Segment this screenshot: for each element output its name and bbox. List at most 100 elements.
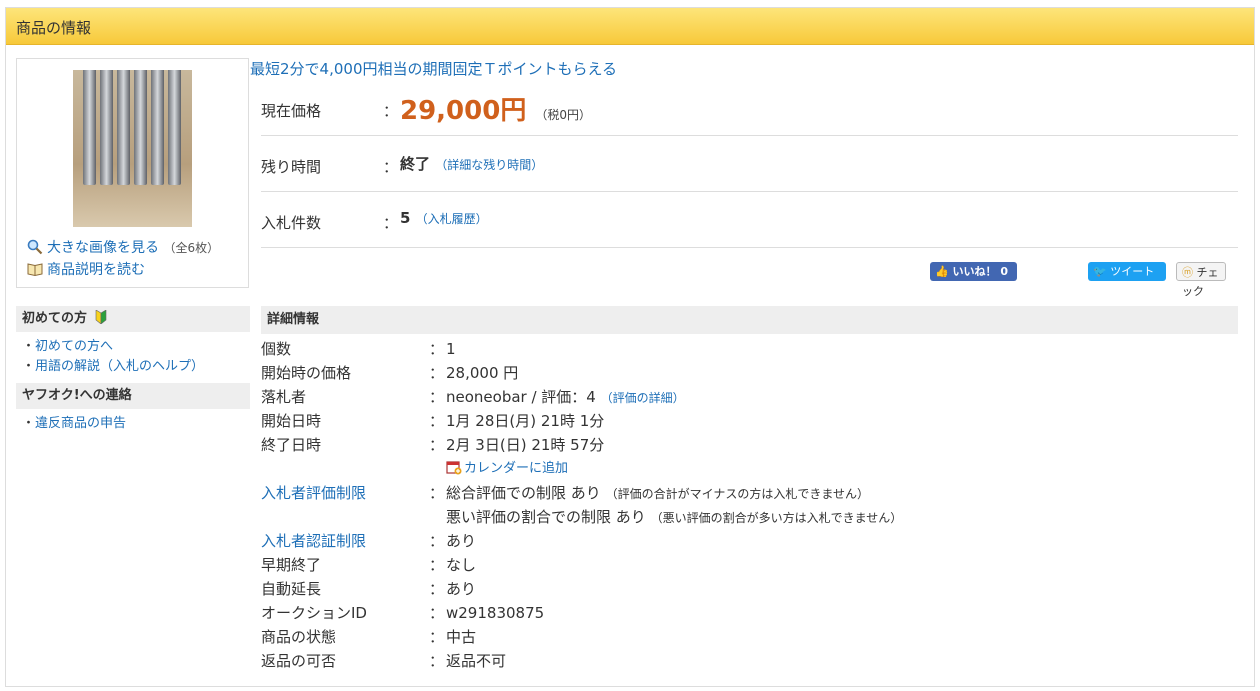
detail-value: 中古 [446,628,477,646]
current-price-value: 29,000円 （税0円） [400,90,591,127]
detailed-time-left-link[interactable]: （詳細な残り時間） [435,158,543,172]
colon: ： [429,364,445,382]
product-photo[interactable] [73,70,192,227]
current-price-label: 現在価格 [261,102,322,120]
image-count: （全6枚） [163,241,220,255]
detail-label: 終了日時 [261,436,322,454]
colon: ： [383,214,399,232]
colon: ： [429,340,445,358]
calendar-row: カレンダーに追加 [261,457,1238,481]
sidebar-link-glossary[interactable]: 用語の解説（入札のヘルプ） [35,359,204,374]
detail-value: 28,000 円 [446,364,519,382]
colon: ： [429,580,445,598]
detail-row-returns: 返品の可否 ： 返品不可 [261,649,1238,673]
beginner-section-header: 初めての方 [16,306,250,332]
colon: ： [429,388,445,406]
detail-row-end-date: 終了日時 ： 2月 3日(日) 21時 57分 [261,433,1238,457]
colon: ： [429,652,445,670]
enlarge-image-link[interactable]: 大きな画像を見る [47,240,159,256]
time-left-row: 残り時間 ： 終了 （詳細な残り時間） [261,136,1238,192]
sidebar-link-beginners[interactable]: 初めての方へ [35,339,113,354]
detail-row-rating-limit: 入札者評価制限 ： 総合評価での制限 あり （評価の合計がマイナスの方は入札でき… [261,481,1238,505]
tpoint-promo-link[interactable]: 最短2分で4,000円相当の期間固定Ｔポイントもらえる [250,58,617,79]
bad-rating-limit-note: （悪い評価の割合が多い方は入札できません） [650,511,903,525]
contact-section-title: ヤフオク!への連絡 [22,388,132,403]
colon: ： [429,412,445,430]
tax-amount: （税0円） [535,108,592,122]
colon: ： [383,102,399,120]
bid-count-value: 5 [400,209,411,227]
detail-value: 返品不可 [446,652,507,670]
detail-label: 開始日時 [261,412,322,430]
detail-label: 早期終了 [261,556,322,574]
detail-row-quantity: 個数 ： 1 [261,337,1238,361]
detail-label: 個数 [261,340,292,358]
rating-details-link[interactable]: （評価の詳細） [601,391,685,405]
image-box: 大きな画像を見る （全6枚） 商品説明を読む [16,58,249,288]
colon: ： [429,532,445,550]
detail-label: 返品の可否 [261,652,337,670]
panel-title: 商品の情報 [16,19,92,37]
add-to-calendar-link[interactable]: カレンダーに追加 [464,461,568,476]
detail-value: 1月 28日(月) 21時 1分 [446,412,605,430]
sidebar-link-report-violation[interactable]: 違反商品の申告 [35,416,126,431]
detail-value: w291830875 [446,604,545,622]
thumbs-up-icon: 👍 [935,265,949,278]
beginner-mark-icon [95,310,106,324]
detail-label: 自動延長 [261,580,322,598]
detail-row-early-end: 早期終了 ： なし [261,553,1238,577]
bad-rating-limit-value: 悪い評価の割合での制限 あり [446,508,646,526]
detail-row-winner: 落札者 ： neoneobar / 評価：4 （評価の詳細） [261,385,1238,409]
detail-row-start-price: 開始時の価格 ： 28,000 円 [261,361,1238,385]
sidebar: 初めての方 ・初めての方へ ・用語の解説（入札のヘルプ） ヤフオク!への連絡 ・… [16,306,250,434]
colon: ： [429,484,445,502]
detail-value: なし [446,556,477,574]
detail-label: 開始時の価格 [261,364,352,382]
detail-label: 商品の状態 [261,628,337,646]
bid-history-link[interactable]: （入札履歴） [416,212,488,226]
detail-row-condition: 商品の状態 ： 中古 [261,625,1238,649]
tweet-label: ツイート [1110,265,1155,278]
colon: ： [429,604,445,622]
detail-value: 1 [446,340,456,358]
detail-row-auto-extend: 自動延長 ： あり [261,577,1238,601]
detail-value: あり [446,532,477,550]
details-section: 詳細情報 個数 ： 1 開始時の価格 ： 28,000 円 落札者 ： neon… [261,306,1238,673]
detail-row-rating-limit-2: 悪い評価の割合での制限 あり （悪い評価の割合が多い方は入札できません） [261,505,1238,529]
read-description-link[interactable]: 商品説明を読む [47,262,145,278]
colon: ： [429,556,445,574]
book-icon [27,263,43,277]
time-left-label: 残り時間 [261,158,322,176]
bid-count-label: 入札件数 [261,214,322,232]
like-label: いいね！ 0 [952,265,1009,278]
detail-label: 落札者 [261,388,307,406]
colon: ： [383,158,399,176]
mixi-icon: ⓜ [1182,266,1193,279]
beginner-section-title: 初めての方 [22,311,88,326]
price-amount: 29,000円 [400,96,527,126]
total-rating-limit-note: （評価の合計がマイナスの方は入札できません） [605,487,869,501]
details-header: 詳細情報 [261,306,1238,334]
magnifier-icon [27,239,43,255]
time-left-value: 終了 [400,155,431,173]
total-rating-limit-value: 総合評価での制限 あり [446,484,601,502]
detail-value: 2月 3日(日) 21時 57分 [446,436,605,454]
mixi-check-button[interactable]: ⓜ チェック [1176,262,1226,298]
colon: ： [429,436,445,454]
panel-header: 商品の情報 [6,8,1254,45]
contact-section-header: ヤフオク!への連絡 [16,383,250,409]
rating-limit-link[interactable]: 入札者評価制限 [261,481,366,505]
winner-value: neoneobar / 評価：4 [446,388,596,406]
auth-limit-link[interactable]: 入札者認証制限 [261,529,366,553]
item-info-panel: 商品の情報 大きな画像を見る （全6枚） 商品説明を読む 最短2分で4,000円… [5,7,1255,687]
detail-row-start-date: 開始日時 ： 1月 28日(月) 21時 1分 [261,409,1238,433]
detail-value: あり [446,580,477,598]
twitter-bird-icon: 🐦 [1093,265,1107,278]
bid-count-row: 入札件数 ： 5 （入札履歴） [261,192,1238,248]
tweet-button[interactable]: 🐦 ツイート [1088,262,1166,281]
detail-label: オークションID [261,604,367,622]
current-price-row: 現在価格 ： 29,000円 （税0円） [261,80,1238,136]
facebook-like-button[interactable]: 👍 いいね！ 0 [930,262,1017,281]
detail-row-auction-id: オークションID ： w291830875 [261,601,1238,625]
calendar-add-icon [446,461,462,475]
